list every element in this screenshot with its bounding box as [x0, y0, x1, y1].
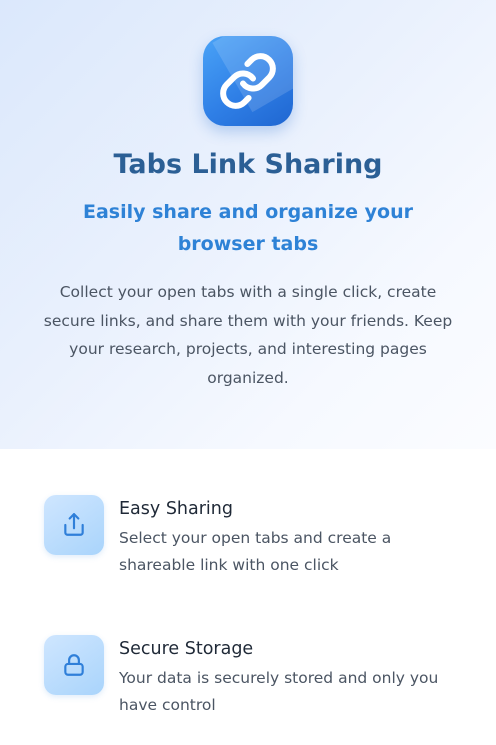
feature-description: Select your open tabs and create a share…	[119, 529, 392, 574]
app-logo	[203, 36, 293, 126]
feature-title: Easy Sharing	[119, 499, 233, 519]
features-section: Easy Sharing Select your open tabs and c…	[0, 449, 496, 745]
feature-icon-box	[44, 635, 104, 695]
hero-section: Tabs Link Sharing Easily share and organ…	[0, 0, 496, 449]
share-icon	[64, 513, 84, 536]
page-description: Collect your open tabs with a single cli…	[43, 283, 453, 387]
feature-description: Your data is securely stored and only yo…	[119, 669, 439, 714]
page-subtitle: Easily share and organize your browser t…	[82, 201, 413, 255]
link-icon	[220, 53, 276, 109]
page-title: Tabs Link Sharing	[113, 149, 383, 180]
feature-icon-box	[44, 495, 104, 555]
lock-icon	[64, 654, 84, 676]
feature-title: Secure Storage	[119, 639, 254, 659]
